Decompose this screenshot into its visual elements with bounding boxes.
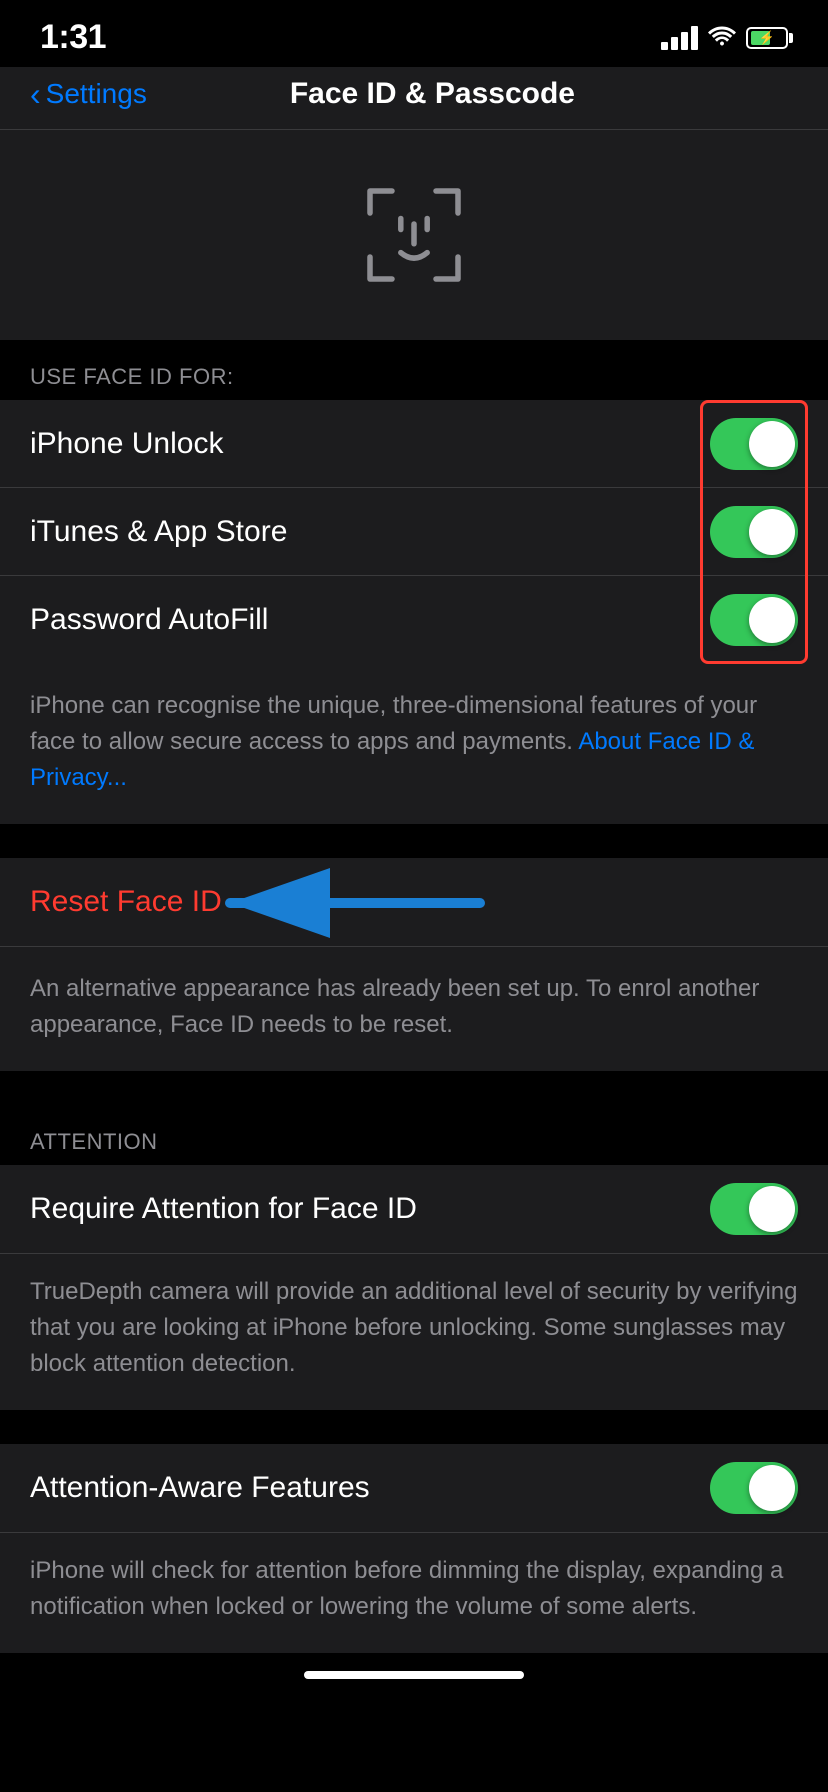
require-attention-desc-section: TrueDepth camera will provide an additio… xyxy=(0,1253,828,1410)
attention-aware-row[interactable]: Attention-Aware Features xyxy=(0,1444,828,1532)
nav-bar: ‹ Settings Face ID & Passcode xyxy=(0,67,828,130)
password-autofill-row[interactable]: Password AutoFill xyxy=(0,576,828,664)
attention-group: Require Attention for Face ID xyxy=(0,1165,828,1253)
password-autofill-label: Password AutoFill xyxy=(30,603,268,637)
require-attention-toggle[interactable] xyxy=(710,1183,798,1235)
status-bar: 1:31 ⚡ xyxy=(0,0,828,67)
page-title: Face ID & Passcode xyxy=(147,77,718,111)
section-separator-1 xyxy=(0,824,828,858)
password-autofill-toggle[interactable] xyxy=(710,594,798,646)
attention-aware-label: Attention-Aware Features xyxy=(30,1471,370,1505)
attention-aware-group: Attention-Aware Features xyxy=(0,1444,828,1532)
reset-face-id-section: Reset Face ID xyxy=(0,858,828,946)
attention-aware-desc-section: iPhone will check for attention before d… xyxy=(0,1532,828,1653)
reset-face-id-label: Reset Face ID xyxy=(30,885,222,919)
back-button[interactable]: ‹ Settings xyxy=(30,78,147,110)
face-id-icon-section xyxy=(0,130,828,340)
itunes-appstore-label: iTunes & App Store xyxy=(30,515,287,549)
content-area: USE FACE ID FOR: iPhone Unlock iTunes & … xyxy=(0,130,828,1653)
attention-aware-toggle[interactable] xyxy=(710,1462,798,1514)
alt-appearance-text: An alternative appearance has already be… xyxy=(30,971,798,1043)
face-id-description-section: iPhone can recognise the unique, three-d… xyxy=(0,664,828,824)
require-attention-label: Require Attention for Face ID xyxy=(30,1192,417,1226)
home-indicator xyxy=(0,1653,828,1689)
alt-appearance-section: An alternative appearance has already be… xyxy=(0,946,828,1071)
face-id-icon xyxy=(359,180,469,290)
itunes-appstore-toggle[interactable] xyxy=(710,506,798,558)
face-id-description: iPhone can recognise the unique, three-d… xyxy=(30,688,798,796)
back-label: Settings xyxy=(46,78,147,110)
attention-header: ATTENTION xyxy=(0,1105,828,1165)
require-attention-desc: TrueDepth camera will provide an additio… xyxy=(30,1274,798,1382)
battery-icon: ⚡ xyxy=(746,27,788,49)
signal-bars-icon xyxy=(661,26,698,50)
attention-aware-desc: iPhone will check for attention before d… xyxy=(30,1553,798,1625)
iphone-unlock-row[interactable]: iPhone Unlock xyxy=(0,400,828,488)
iphone-unlock-toggle[interactable] xyxy=(710,418,798,470)
status-time: 1:31 xyxy=(40,18,106,57)
wifi-icon xyxy=(708,24,736,52)
section-separator-2 xyxy=(0,1071,828,1105)
status-icons: ⚡ xyxy=(661,24,788,52)
home-bar xyxy=(304,1671,524,1679)
require-attention-row[interactable]: Require Attention for Face ID xyxy=(0,1165,828,1253)
iphone-unlock-label: iPhone Unlock xyxy=(30,427,223,461)
reset-face-id-row[interactable]: Reset Face ID xyxy=(0,858,828,946)
chevron-left-icon: ‹ xyxy=(30,78,41,110)
itunes-appstore-row[interactable]: iTunes & App Store xyxy=(0,488,828,576)
section-separator-3 xyxy=(0,1410,828,1444)
use-face-id-header: USE FACE ID FOR: xyxy=(0,340,828,400)
face-id-toggles-group: iPhone Unlock iTunes & App Store Passwor… xyxy=(0,400,828,664)
